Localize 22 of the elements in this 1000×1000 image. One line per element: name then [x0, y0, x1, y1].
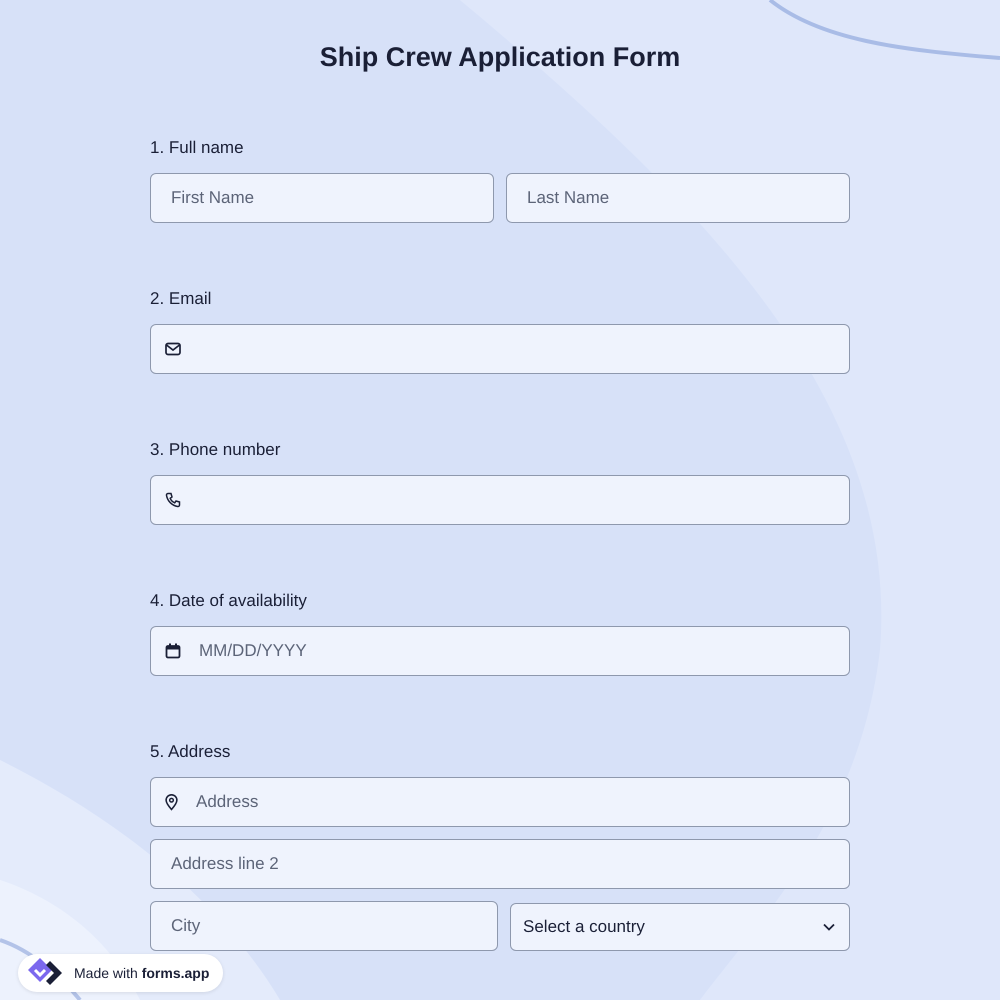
question-label: 4. Date of availability: [150, 591, 308, 611]
input-field[interactable]: City: [150, 901, 498, 951]
country-select[interactable]: Select a country: [510, 903, 850, 951]
email-field[interactable]: [150, 324, 850, 374]
question-label: 3. Phone number: [150, 440, 282, 460]
input-field[interactable]: Address line 2: [150, 839, 850, 889]
phone-field[interactable]: [150, 475, 850, 525]
phone-icon: [165, 492, 181, 508]
envelope-icon: [165, 342, 181, 356]
made-with-badge[interactable]: Made with forms.app: [18, 954, 224, 992]
date-field[interactable]: MM/DD/YYYY: [150, 626, 850, 676]
question-label: 1. Full name: [150, 138, 245, 158]
badge-text: Made with forms.app: [74, 965, 210, 981]
input-field[interactable]: First Name: [150, 173, 494, 223]
form-title: Ship Crew Application Form: [318, 41, 682, 74]
chevron-down-icon: [823, 923, 835, 931]
map-pin-icon: [165, 794, 178, 810]
address-field[interactable]: Address: [150, 777, 850, 827]
question-label: 2. Email: [150, 289, 212, 309]
input-field[interactable]: Last Name: [506, 173, 850, 223]
question-label: 5. Address: [150, 742, 232, 762]
calendar-icon: [165, 643, 181, 659]
